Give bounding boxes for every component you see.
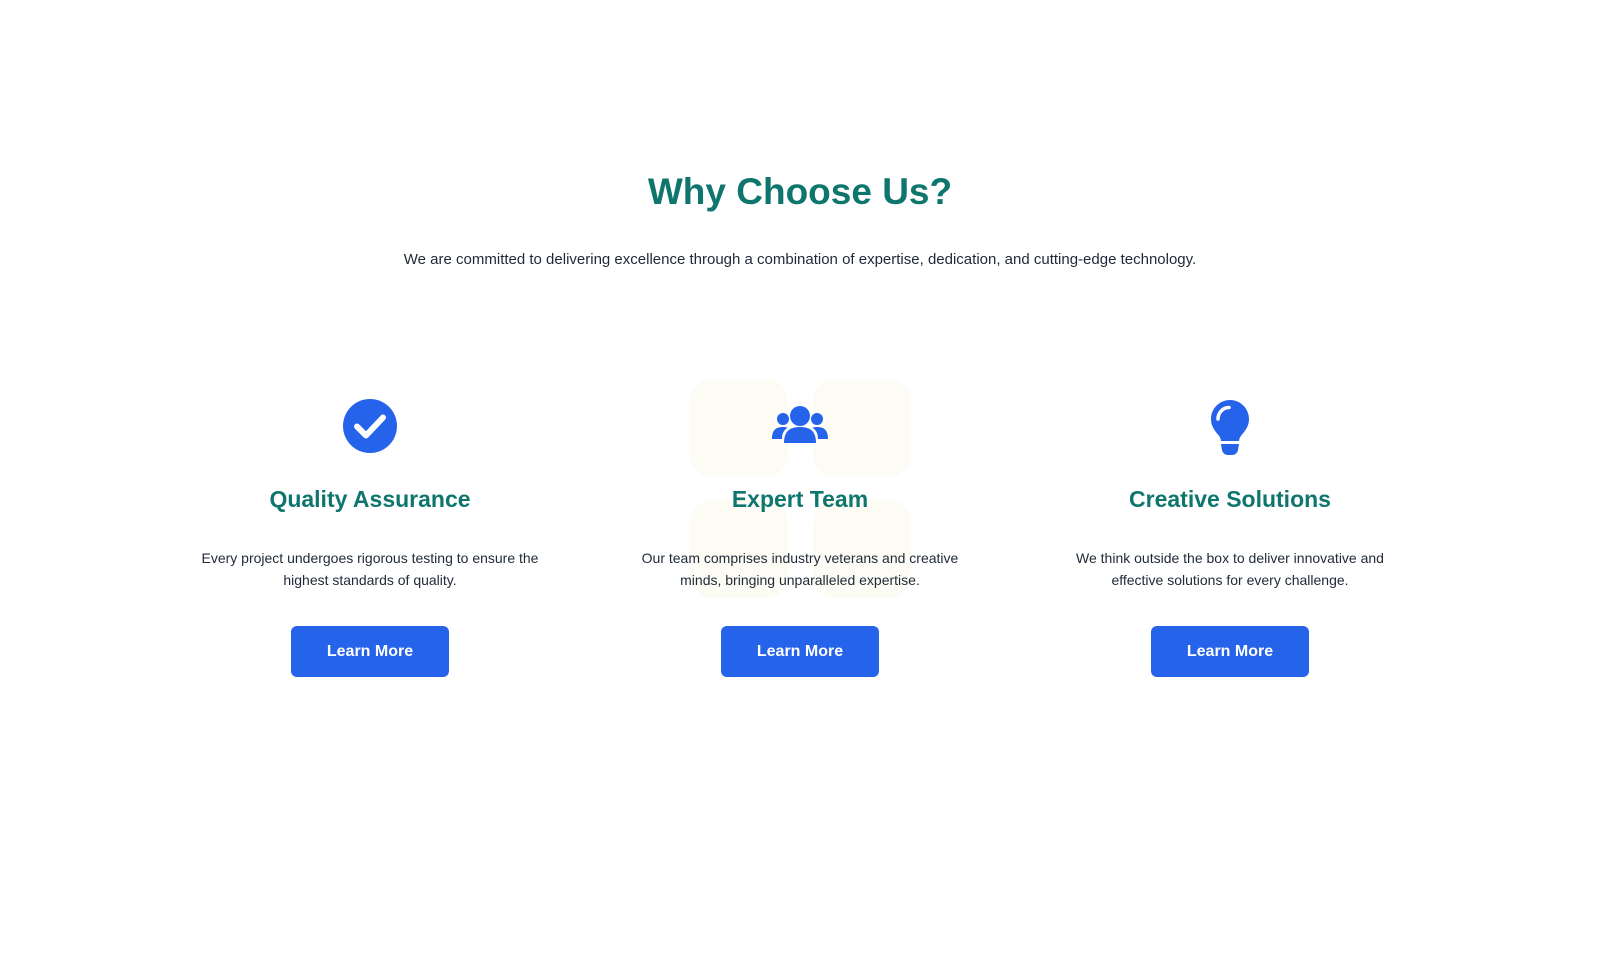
- card-title: Expert Team: [731, 486, 869, 512]
- check-circle-icon: [343, 399, 397, 453]
- users-icon: [772, 406, 828, 443]
- feature-card-creative-solutions: Creative Solutions We think outside the …: [1040, 396, 1420, 677]
- section-subtitle: We are committed to delivering excellenc…: [403, 251, 1197, 268]
- card-description: Our team comprises industry veterans and…: [641, 550, 959, 588]
- learn-more-button[interactable]: Learn More: [1151, 626, 1309, 677]
- section-title: Why Choose Us?: [647, 171, 953, 212]
- feature-card-expert-team: Expert Team Our team comprises industry …: [610, 396, 990, 677]
- feature-card-quality-assurance: Quality Assurance Every project undergoe…: [180, 396, 560, 677]
- card-description: We think outside the box to deliver inno…: [1076, 550, 1384, 588]
- card-description: Every project undergoes rigorous testing…: [201, 550, 539, 588]
- why-choose-us-section: Why Choose Us? We are committed to deliv…: [0, 0, 1600, 978]
- card-title: Quality Assurance: [269, 486, 471, 512]
- learn-more-button[interactable]: Learn More: [291, 626, 449, 677]
- lightbulb-icon: [1211, 400, 1249, 455]
- learn-more-button[interactable]: Learn More: [721, 626, 879, 677]
- card-title: Creative Solutions: [1129, 486, 1331, 512]
